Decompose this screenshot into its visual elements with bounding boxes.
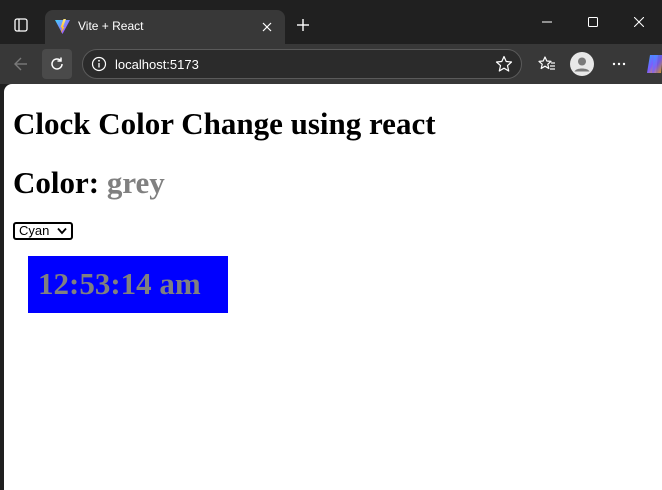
maximize-icon — [588, 17, 598, 27]
profile-icon — [570, 52, 594, 76]
window-controls — [524, 0, 662, 44]
tab-vite-react[interactable]: Vite + React — [45, 10, 285, 44]
color-select-value: Cyan — [19, 223, 50, 238]
close-icon — [262, 22, 272, 32]
color-value: grey — [106, 165, 165, 200]
page-viewport: Clock Color Change using react Color: gr… — [4, 84, 662, 490]
minimize-button[interactable] — [524, 0, 570, 44]
browser-window: Vite + React localhost:5173 Clock Color … — [0, 0, 662, 490]
chevron-down-icon — [57, 227, 67, 235]
color-label: Color: — [13, 165, 107, 200]
vite-logo-icon — [55, 19, 70, 34]
favorites-icon — [538, 56, 555, 70]
tab-actions-button[interactable] — [6, 10, 36, 40]
refresh-icon — [51, 57, 63, 70]
plus-icon — [297, 19, 309, 31]
color-select[interactable]: Cyan — [13, 222, 73, 240]
info-icon[interactable] — [91, 56, 107, 72]
window-close-button[interactable] — [616, 0, 662, 44]
favorites-button[interactable] — [532, 49, 562, 79]
tab-title: Vite + React — [78, 19, 144, 33]
url-text[interactable]: localhost:5173 — [115, 56, 199, 73]
clock-time: 12:53:14 am — [38, 266, 201, 301]
clock-display: 12:53:14 am — [28, 256, 228, 313]
tab-close-button[interactable] — [257, 17, 277, 37]
copilot-button[interactable] — [640, 49, 662, 79]
address-bar[interactable]: localhost:5173 — [82, 49, 522, 79]
back-button[interactable] — [6, 49, 36, 79]
copilot-icon — [647, 55, 662, 73]
profile-button[interactable] — [567, 49, 597, 79]
minimize-icon — [542, 21, 552, 23]
new-tab-button[interactable] — [290, 12, 316, 38]
more-icon — [612, 62, 626, 66]
star-icon[interactable] — [495, 55, 513, 73]
page-title: Clock Color Change using react — [13, 106, 436, 141]
tab-actions-icon — [14, 18, 28, 32]
maximize-button[interactable] — [570, 0, 616, 44]
refresh-button[interactable] — [42, 49, 72, 79]
more-button[interactable] — [604, 49, 634, 79]
color-heading: Color: grey — [13, 165, 165, 201]
back-arrow-icon — [14, 57, 27, 71]
close-icon — [634, 17, 644, 27]
page-content: Clock Color Change using react Color: gr… — [4, 84, 662, 490]
tab-strip: Vite + React — [0, 0, 662, 44]
browser-toolbar: localhost:5173 — [0, 44, 662, 84]
